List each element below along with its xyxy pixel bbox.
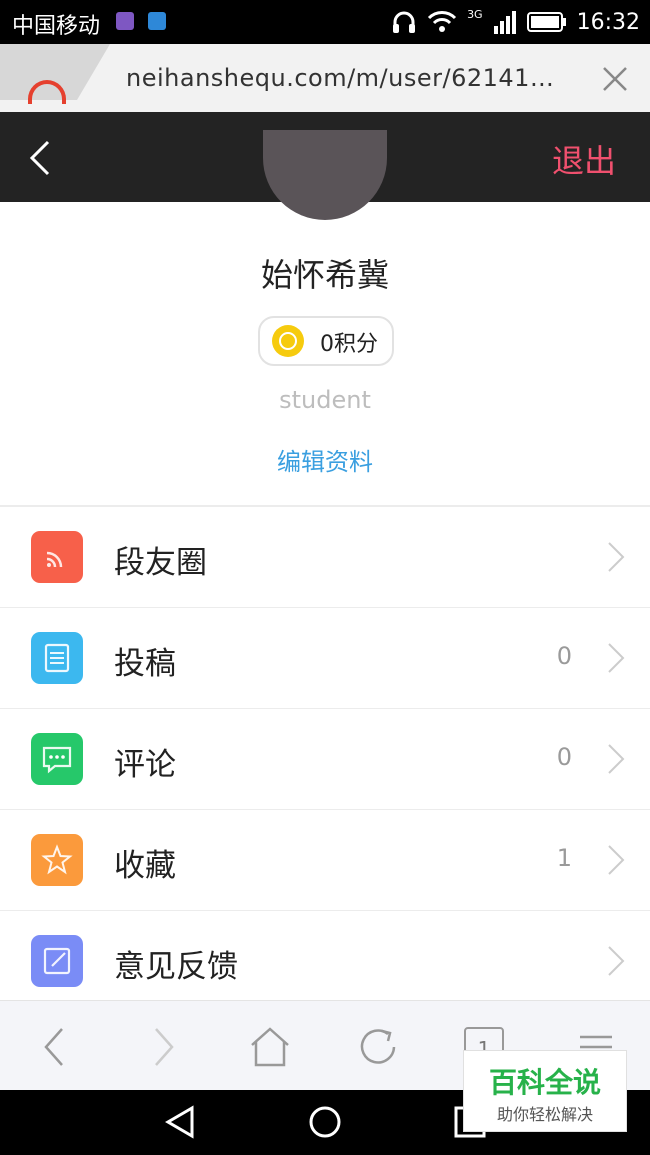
notification-app-icon-2 [148, 12, 166, 30]
comment-icon [31, 733, 83, 785]
edit-icon [31, 935, 83, 987]
menu-item-favorites[interactable]: 收藏 1 [0, 810, 650, 911]
refresh-icon[interactable] [354, 1023, 402, 1071]
watermark-title: 百科全说 [488, 1066, 601, 1099]
chevron-right-icon [608, 643, 625, 673]
signal-icon [493, 11, 516, 34]
menu-item-label: 收藏 [114, 848, 176, 884]
edit-profile-link[interactable]: 编辑资料 [0, 442, 650, 477]
avatar[interactable] [263, 130, 387, 220]
carrier-name: 中国移动 [12, 14, 101, 39]
nav-back-icon[interactable] [162, 1104, 198, 1140]
notification-app-icon [116, 12, 134, 30]
coin-icon [272, 325, 304, 357]
rss-icon [31, 531, 83, 583]
wifi-icon [427, 11, 457, 32]
chevron-right-icon [608, 542, 625, 572]
menu-item-submissions[interactable]: 投稿 0 [0, 608, 650, 709]
username: 始怀希冀 [260, 256, 389, 294]
document-icon [31, 632, 83, 684]
menu-list: 段友圈 投稿 0 评论 0 收藏 1 意见反馈 [0, 507, 650, 1012]
forward-icon[interactable] [140, 1023, 188, 1071]
battery-icon [526, 12, 566, 32]
menu-item-count: 1 [556, 844, 572, 872]
home-icon[interactable] [246, 1023, 294, 1071]
watermark-subtitle: 助你轻松解决 [496, 1105, 593, 1124]
headphones-icon [393, 11, 416, 33]
points-badge[interactable]: 0积分 [258, 316, 394, 366]
watermark-logo: 百科全说 助你轻松解决 [463, 1050, 627, 1132]
menu-item-comments[interactable]: 评论 0 [0, 709, 650, 810]
back-icon[interactable] [32, 1023, 80, 1071]
network-type: 3G [467, 7, 483, 21]
status-bar: 中国移动 3G 16:32 [0, 0, 650, 44]
user-bio: student [279, 386, 371, 414]
clock: 16:32 [576, 9, 640, 35]
chevron-right-icon [608, 946, 625, 976]
menu-item-label: 段友圈 [114, 545, 207, 581]
logout-button[interactable]: 退出 [552, 136, 616, 182]
menu-item-duanyouquan[interactable]: 段友圈 [0, 507, 650, 608]
menu-item-count: 0 [556, 743, 572, 771]
close-icon[interactable] [600, 64, 630, 94]
star-icon [31, 834, 83, 886]
menu-item-label: 评论 [114, 747, 176, 783]
points-label: 0积分 [320, 332, 378, 357]
url-text[interactable]: neihanshequ.com/m/user/62141… [126, 64, 554, 92]
menu-item-feedback[interactable]: 意见反馈 [0, 911, 650, 1012]
menu-item-label: 意见反馈 [114, 949, 238, 985]
chevron-right-icon [608, 845, 625, 875]
chevron-right-icon [608, 744, 625, 774]
menu-item-count: 0 [556, 642, 572, 670]
nav-home-icon[interactable] [307, 1104, 343, 1140]
menu-item-label: 投稿 [114, 646, 176, 682]
